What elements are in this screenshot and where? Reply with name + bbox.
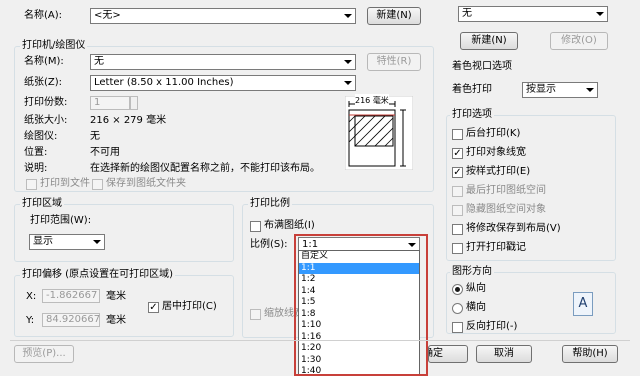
cancel-button[interactable]: 取消 bbox=[476, 345, 532, 363]
opt-background-label: 后台打印(K) bbox=[466, 128, 521, 139]
copies-label: 打印份数: bbox=[24, 97, 68, 108]
printer-name-select[interactable]: 无 bbox=[90, 54, 356, 70]
opt-plotstyles-label: 按样式打印(E) bbox=[466, 166, 531, 177]
plot-offset-title: 打印偏移 (原点设置在可打印区域) bbox=[20, 268, 175, 282]
opt-last-paperspace-checkbox[interactable] bbox=[452, 186, 463, 197]
offset-y-label: Y: bbox=[26, 315, 35, 326]
printer-name-label: 名称(M): bbox=[24, 56, 64, 67]
offset-x-unit: 毫米 bbox=[106, 291, 126, 302]
plot-range-select[interactable]: 显示 bbox=[29, 234, 105, 250]
copies-input[interactable]: 1 bbox=[90, 96, 130, 110]
paper-size-label: 纸张大小: bbox=[24, 115, 68, 126]
offset-y-input[interactable]: 84.920667 bbox=[42, 313, 100, 327]
plot-range-label: 打印范围(W): bbox=[30, 215, 92, 226]
paper-value: Letter (8.50 x 11.00 Inches) bbox=[94, 77, 234, 88]
chevron-down-icon bbox=[344, 81, 352, 85]
opt-stamp-label: 打开打印戳记 bbox=[466, 242, 526, 253]
shade-plot-value: 按显示 bbox=[526, 84, 556, 95]
opt-lineweights-label: 打印对象线宽 bbox=[466, 147, 526, 158]
plot-area-group bbox=[14, 204, 234, 262]
chevron-down-icon bbox=[596, 12, 604, 16]
location-label: 位置: bbox=[24, 147, 48, 158]
fit-paper-checkbox[interactable] bbox=[250, 221, 261, 232]
print-to-file-label: 打印到文件 bbox=[40, 178, 90, 189]
chevron-down-icon bbox=[344, 60, 352, 64]
printer-group-title: 打印机/绘图仪 bbox=[20, 39, 88, 53]
description-label: 说明: bbox=[24, 163, 48, 174]
plot-area-title: 打印区域 bbox=[20, 197, 64, 211]
orientation-icon-letter: A bbox=[578, 296, 588, 311]
plot-options-title: 打印选项 bbox=[450, 108, 494, 122]
description-value: 在选择新的绘图仪配置名称之前，不能打印该布局。 bbox=[90, 163, 320, 174]
paper-size-value: 216 × 279 毫米 bbox=[90, 115, 167, 126]
center-plot-label: 居中打印(C) bbox=[162, 301, 217, 312]
fit-paper-label: 布满图纸(I) bbox=[264, 220, 315, 231]
paper-select[interactable]: Letter (8.50 x 11.00 Inches) bbox=[90, 75, 356, 91]
orient-upside-label: 反向打印(-) bbox=[466, 321, 518, 332]
preview-width-label: 216 毫米 bbox=[355, 94, 389, 108]
orient-portrait-radio[interactable] bbox=[452, 284, 463, 295]
offset-y-unit: 毫米 bbox=[106, 315, 126, 326]
opt-background-checkbox[interactable] bbox=[452, 129, 463, 140]
opt-last-paperspace-label: 最后打印图纸空间 bbox=[466, 185, 546, 196]
opt-save-changes-checkbox[interactable] bbox=[452, 224, 463, 235]
page-setup-name-select[interactable]: <无> bbox=[90, 8, 356, 24]
chevron-down-icon bbox=[93, 240, 101, 244]
page-setup-name-value: <无> bbox=[94, 10, 121, 21]
page-setup-name-label: 名称(A): bbox=[24, 10, 63, 21]
orient-landscape-radio[interactable] bbox=[452, 303, 463, 314]
opt-hide-paperspace-label: 隐藏图纸空间对象 bbox=[466, 204, 546, 215]
page-setup-new-button[interactable]: 新建(N) bbox=[367, 7, 421, 25]
orient-portrait-label: 纵向 bbox=[466, 283, 486, 294]
plot-style-edit-button[interactable]: 修改(O) bbox=[550, 32, 608, 50]
paper-preview: 216 毫米 bbox=[344, 94, 414, 171]
offset-x-input[interactable]: -1.862667 bbox=[42, 289, 100, 303]
help-button[interactable]: 帮助(H) bbox=[562, 345, 618, 363]
orient-landscape-label: 横向 bbox=[466, 302, 486, 313]
plot-style-select[interactable]: 无 bbox=[458, 6, 608, 22]
opt-lineweights-checkbox[interactable]: ✓ bbox=[452, 148, 463, 159]
printer-name-value: 无 bbox=[94, 56, 104, 67]
opt-save-changes-label: 将修改保存到布局(V) bbox=[466, 223, 561, 234]
preview-button[interactable]: 预览(P)... bbox=[14, 345, 74, 363]
plot-style-new-button[interactable]: 新建(N) bbox=[460, 32, 518, 50]
copies-stepper[interactable] bbox=[130, 96, 138, 110]
plot-range-value: 显示 bbox=[33, 236, 53, 247]
print-to-file-checkbox[interactable] bbox=[26, 179, 37, 190]
scale-label: 比例(S): bbox=[250, 239, 288, 250]
orientation-page-icon: A bbox=[573, 292, 593, 316]
shade-plot-label: 着色打印 bbox=[452, 84, 492, 95]
shaded-viewport-title: 着色视口选项 bbox=[450, 60, 514, 74]
save-to-file-label: 保存到图纸文件夹 bbox=[106, 178, 186, 189]
printer-properties-button[interactable]: 特性(R) bbox=[367, 53, 421, 71]
scale-lineweights-checkbox[interactable] bbox=[250, 309, 261, 320]
opt-plotstyles-checkbox[interactable]: ✓ bbox=[452, 167, 463, 178]
annotation-highlight-box bbox=[294, 234, 428, 376]
chevron-down-icon bbox=[344, 14, 352, 18]
plotter-value: 无 bbox=[90, 131, 100, 142]
save-to-file-checkbox[interactable] bbox=[92, 179, 103, 190]
opt-hide-paperspace-checkbox[interactable] bbox=[452, 205, 463, 216]
shade-plot-select[interactable]: 按显示 bbox=[522, 82, 598, 98]
location-value: 不可用 bbox=[90, 147, 120, 158]
offset-x-label: X: bbox=[26, 291, 37, 302]
footer-separator bbox=[10, 340, 630, 341]
plot-scale-title: 打印比例 bbox=[248, 197, 292, 211]
chevron-down-icon bbox=[586, 88, 594, 92]
center-plot-checkbox[interactable]: ✓ bbox=[148, 302, 159, 313]
orientation-title: 图形方向 bbox=[450, 265, 494, 279]
paper-label: 纸张(Z): bbox=[24, 77, 63, 88]
orient-upside-checkbox[interactable] bbox=[452, 322, 463, 333]
plot-style-value: 无 bbox=[462, 8, 472, 19]
ok-button[interactable]: 确定 bbox=[428, 345, 468, 363]
opt-stamp-checkbox[interactable] bbox=[452, 243, 463, 254]
plotter-label: 绘图仪: bbox=[24, 131, 58, 142]
